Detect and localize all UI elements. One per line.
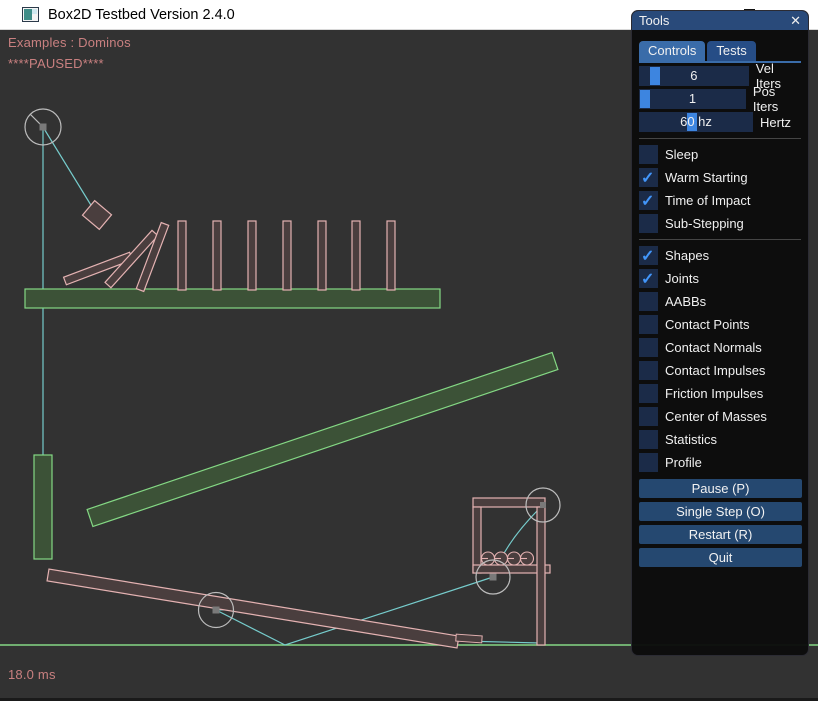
- hertz-slider[interactable]: 60 hz: [639, 112, 753, 132]
- checkbox-row-warm-starting[interactable]: Warm Starting: [639, 168, 801, 187]
- fallen-dominoes: [64, 223, 169, 292]
- domino: [178, 221, 186, 290]
- domino: [352, 221, 360, 290]
- cradle-frame: [473, 498, 550, 645]
- statistics-checkbox[interactable]: [639, 430, 658, 449]
- pendulum-anchor: [40, 124, 47, 131]
- warm-starting-label: Warm Starting: [665, 170, 748, 185]
- checkbox-row-time-of-impact[interactable]: Time of Impact: [639, 191, 801, 210]
- shapes-label: Shapes: [665, 248, 709, 263]
- tab-controls[interactable]: Controls: [639, 41, 705, 61]
- vel-iters-value: 6: [639, 66, 749, 86]
- sub-stepping-checkbox[interactable]: [639, 214, 658, 233]
- checkbox-row-contact-points[interactable]: Contact Points: [639, 315, 801, 334]
- domino: [248, 221, 256, 290]
- seesaw-pivot-anchor: [213, 607, 220, 614]
- separator: [639, 138, 801, 139]
- tabbar: Controls Tests: [639, 41, 801, 63]
- center-of-masses-checkbox[interactable]: [639, 407, 658, 426]
- center-of-masses-label: Center of Masses: [665, 409, 767, 424]
- domino: [283, 221, 291, 290]
- restart-button[interactable]: Restart (R): [639, 525, 802, 544]
- app-window: Box2D Testbed Version 2.4.0 ✕: [0, 0, 818, 698]
- joints-checkbox[interactable]: [639, 269, 658, 288]
- checkbox-row-contact-impulses[interactable]: Contact Impulses: [639, 361, 801, 380]
- domino-platform: [25, 289, 440, 308]
- flat-piece: [456, 634, 482, 643]
- pos-iters-slider[interactable]: 1: [639, 89, 746, 109]
- top-pulley-anchor: [540, 502, 546, 508]
- aabbs-label: AABBs: [665, 294, 706, 309]
- contact-points-checkbox[interactable]: [639, 315, 658, 334]
- checkbox-row-contact-normals[interactable]: Contact Normals: [639, 338, 801, 357]
- paused-label: ****PAUSED****: [8, 56, 104, 71]
- contact-impulses-label: Contact Impulses: [665, 363, 765, 378]
- pendulum-rope-diagonal: [43, 127, 97, 215]
- shapes-checkbox[interactable]: [639, 246, 658, 265]
- single-step-button[interactable]: Single Step (O): [639, 502, 802, 521]
- contact-impulses-checkbox[interactable]: [639, 361, 658, 380]
- time-of-impact-checkbox[interactable]: [639, 191, 658, 210]
- friction-impulses-label: Friction Impulses: [665, 386, 763, 401]
- upright-dominoes: [178, 221, 395, 290]
- window-title: Box2D Testbed Version 2.4.0: [48, 7, 235, 23]
- hertz-value: 60 hz: [639, 112, 753, 132]
- hertz-label: Hertz: [760, 115, 791, 130]
- vel-iters-slider[interactable]: 6: [639, 66, 749, 86]
- aabbs-checkbox[interactable]: [639, 292, 658, 311]
- checkbox-row-statistics[interactable]: Statistics: [639, 430, 801, 449]
- profile-label: Profile: [665, 455, 702, 470]
- tools-panel-titlebar[interactable]: Tools ✕: [632, 11, 808, 30]
- contact-normals-checkbox[interactable]: [639, 338, 658, 357]
- mid-pulley-anchor: [490, 574, 497, 581]
- profile-checkbox[interactable]: [639, 453, 658, 472]
- contact-points-label: Contact Points: [665, 317, 750, 332]
- pos-iters-value: 1: [639, 89, 746, 109]
- checkbox-row-profile[interactable]: Profile: [639, 453, 801, 472]
- frame-time-label: 18.0 ms: [8, 667, 56, 682]
- tab-tests[interactable]: Tests: [707, 41, 755, 61]
- domino: [213, 221, 221, 290]
- pos-iters-label: Pos Iters: [753, 84, 801, 114]
- quit-button[interactable]: Quit: [639, 548, 802, 567]
- cradle-balls: [482, 552, 534, 565]
- tools-close-icon[interactable]: ✕: [790, 14, 801, 27]
- checkbox-row-center-of-masses[interactable]: Center of Masses: [639, 407, 801, 426]
- checkbox-row-sleep[interactable]: Sleep: [639, 145, 801, 164]
- slider-row-hertz: 60 hz Hertz: [639, 112, 801, 132]
- counterweight-block: [34, 455, 52, 559]
- sleep-label: Sleep: [665, 147, 698, 162]
- joints-label: Joints: [665, 271, 699, 286]
- app-icon: [22, 7, 39, 22]
- statistics-label: Statistics: [665, 432, 717, 447]
- friction-impulses-checkbox[interactable]: [639, 384, 658, 403]
- checkbox-row-shapes[interactable]: Shapes: [639, 246, 801, 265]
- frame-right-post: [537, 507, 545, 645]
- sleep-checkbox[interactable]: [639, 145, 658, 164]
- warm-starting-checkbox[interactable]: [639, 168, 658, 187]
- separator: [639, 239, 801, 240]
- checkbox-row-friction-impulses[interactable]: Friction Impulses: [639, 384, 801, 403]
- domino: [318, 221, 326, 290]
- tools-panel-title: Tools: [639, 13, 669, 28]
- checkbox-row-joints[interactable]: Joints: [639, 269, 801, 288]
- domino: [387, 221, 395, 290]
- slider-row-vel-iters: 6 Vel Iters: [639, 66, 801, 86]
- sub-stepping-label: Sub-Stepping: [665, 216, 744, 231]
- frame-top-bar: [473, 498, 545, 507]
- time-of-impact-label: Time of Impact: [665, 193, 750, 208]
- contact-normals-label: Contact Normals: [665, 340, 762, 355]
- pause-button[interactable]: Pause (P): [639, 479, 802, 498]
- checkbox-row-sub-stepping[interactable]: Sub-Stepping: [639, 214, 801, 233]
- frame-left-post: [473, 507, 481, 573]
- swinging-box: [82, 201, 111, 230]
- tools-panel: Tools ✕ Controls Tests 6 Vel Iters: [631, 10, 809, 656]
- example-label: Examples : Dominos: [8, 35, 131, 50]
- slider-row-pos-iters: 1 Pos Iters: [639, 89, 801, 109]
- checkbox-row-aabbs[interactable]: AABBs: [639, 292, 801, 311]
